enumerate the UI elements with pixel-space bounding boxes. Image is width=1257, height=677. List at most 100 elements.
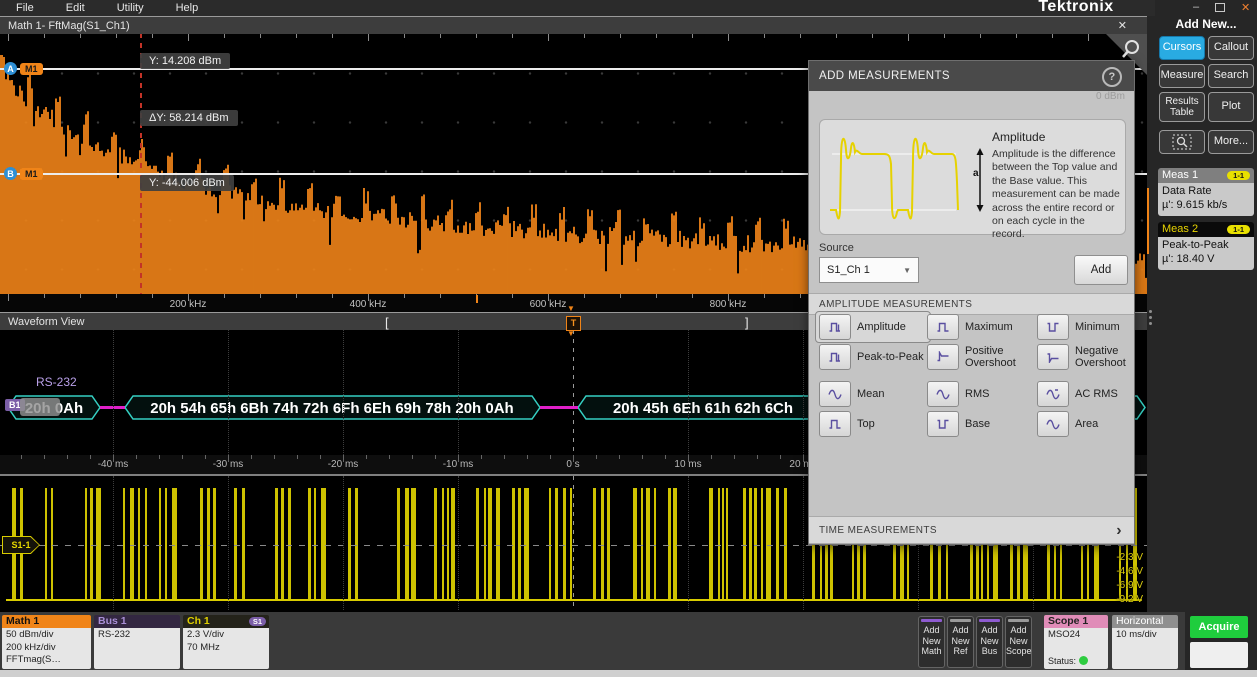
add-callout-button[interactable]: Callout <box>1208 36 1254 60</box>
cursor-a-badge[interactable]: A M1 <box>4 62 43 75</box>
meas1-type: Data Rate <box>1162 185 1250 199</box>
cursor-b-letter: B <box>4 167 17 180</box>
add-new-math-button[interactable]: Add New Math <box>918 616 945 668</box>
bus1-badge[interactable]: Bus 1 RS-232 <box>94 615 180 669</box>
bus1-type: RS-232 <box>98 629 176 642</box>
menu-bar: File Edit Utility Help Tektronix <box>0 0 1155 16</box>
volt-label: -2.3 V <box>1116 552 1143 563</box>
add-measurements-dialog: ADD MEASUREMENTS ? a Amplitude Amplitude… <box>808 60 1135 545</box>
add-button[interactable]: Add <box>1074 255 1128 285</box>
close-icon[interactable]: ✕ <box>1241 1 1250 14</box>
measurement-item-top[interactable]: Top <box>819 411 927 437</box>
acquire-panel[interactable] <box>1190 642 1248 668</box>
meas2-value: µ': 18.40 V <box>1162 253 1250 267</box>
measurement-item-amplitude[interactable]: Amplitude <box>815 311 931 343</box>
menu-utility[interactable]: Utility <box>101 2 160 14</box>
volt-label: -9.2 V <box>1116 594 1143 605</box>
zoom-bracket-left[interactable]: [ <box>385 314 389 332</box>
math-view-close-icon[interactable]: ✕ <box>1118 17 1127 35</box>
cursor-delta-readout[interactable]: ΔY: 58.214 dBm <box>140 110 238 126</box>
cursor-a-readout[interactable]: Y: 14.208 dBm <box>140 53 230 69</box>
measurement-item-maximum[interactable]: Maximum <box>927 314 1035 340</box>
trigger-position-line <box>573 476 574 610</box>
meas2-source-pill: 1-1 <box>1227 225 1250 234</box>
menu-help[interactable]: Help <box>160 2 215 14</box>
settings-bar: Math 1 50 dBm/div 200 kHz/div FFTmag(S… … <box>0 612 1257 677</box>
add-cursors-button[interactable]: Cursors <box>1159 36 1205 60</box>
bottom-strip <box>0 670 1257 677</box>
cursor-a-letter: A <box>4 62 17 75</box>
bus-packet-text: 20h 45h 6Eh 61h 62h 6Ch <box>613 400 793 417</box>
measurement-item-peak-to-peak[interactable]: Peak-to-Peak <box>819 344 927 370</box>
measurement-item-mean[interactable]: Mean <box>819 381 927 407</box>
add-new-ref-button[interactable]: Add New Ref <box>947 616 974 668</box>
minimize-icon[interactable]: – <box>1193 1 1199 13</box>
restore-icon[interactable] <box>1215 3 1225 12</box>
cursor-b-badge[interactable]: B M1 <box>4 167 43 180</box>
measurement-item-minimum[interactable]: Minimum <box>1037 314 1145 340</box>
chevron-down-icon: ▼ <box>903 259 911 283</box>
zoom-bracket-right[interactable]: ] <box>745 314 749 332</box>
add-results-table-button[interactable]: Results Table <box>1159 92 1205 122</box>
measurement-item-area[interactable]: Area <box>1037 411 1145 437</box>
dialog-header[interactable]: ADD MEASUREMENTS ? <box>809 61 1134 91</box>
trigger-arrow-bottom-icon: ▼ <box>567 330 575 338</box>
menu-edit[interactable]: Edit <box>50 2 101 14</box>
amplitude-annotation: a <box>973 168 979 179</box>
math1-function: FFTmag(S… <box>6 654 87 667</box>
scope1-badge[interactable]: Scope 1 MSO24 Status: <box>1044 615 1108 669</box>
area-icon <box>1037 411 1069 437</box>
math1-span: 200 kHz/div <box>6 642 87 655</box>
measurement-item-negative-overshoot[interactable]: Negative Overshoot <box>1037 344 1145 370</box>
add-new-scope-button[interactable]: Add New Scope <box>1005 616 1032 668</box>
spectrum-marker-tick <box>476 295 478 303</box>
rms-icon <box>927 381 959 407</box>
freq-label: 400 kHz <box>350 299 387 310</box>
add-measure-button[interactable]: Measure <box>1159 64 1205 88</box>
math-view-title: Math 1- FftMag(S1_Ch1) <box>0 20 130 32</box>
divider-grip-icon[interactable] <box>1149 310 1152 328</box>
meas1-badge[interactable]: Meas 1 1-1 Data Rate µ': 9.615 kb/s <box>1158 168 1254 216</box>
horizontal-badge[interactable]: Horizontal 10 ms/div <box>1112 615 1178 669</box>
ch1-badge[interactable]: Ch 1 S1 2.3 V/div 70 MHz <box>183 615 269 669</box>
zoom-region-button[interactable] <box>1159 130 1205 154</box>
volt-label: -4.6 V <box>1116 566 1143 577</box>
meas1-value: µ': 9.615 kb/s <box>1162 199 1250 213</box>
time-label: 0 s <box>566 459 579 470</box>
trigger-position-line <box>573 330 574 455</box>
measurement-item-rms[interactable]: RMS <box>927 381 1035 407</box>
menu-file[interactable]: File <box>0 2 50 14</box>
positive-overshoot-icon <box>927 344 959 370</box>
more-button[interactable]: More... <box>1208 130 1254 154</box>
meas2-type: Peak-to-Peak <box>1162 239 1250 253</box>
bus-packet-text: 20h 54h 65h 6Bh 74h 72h 6Fh 6Eh 69h 78h … <box>150 400 513 417</box>
measurement-description-card: a Amplitude Amplitude is the difference … <box>819 119 1126 235</box>
bus1-title: Bus 1 <box>94 615 180 628</box>
measurement-item-positive-overshoot[interactable]: Positive Overshoot <box>927 344 1035 370</box>
acquire-button[interactable]: Acquire <box>1190 616 1248 638</box>
freq-label: 600 kHz <box>530 299 567 310</box>
cursor-a-source-label: M1 <box>20 63 43 75</box>
measurement-item-base[interactable]: Base <box>927 411 1035 437</box>
measurement-item-ac-rms[interactable]: AC RMS <box>1037 381 1145 407</box>
time-label: -30 ms <box>213 459 244 470</box>
description-text: Amplitude is the difference between the … <box>992 148 1120 242</box>
add-plot-button[interactable]: Plot <box>1208 92 1254 122</box>
cursor-b-source-label: M1 <box>20 168 43 180</box>
math1-badge[interactable]: Math 1 50 dBm/div 200 kHz/div FFTmag(S… <box>2 615 91 669</box>
horizontal-scale: 10 ms/div <box>1116 629 1174 642</box>
time-measurements-section[interactable]: TIME MEASUREMENTS › <box>809 516 1134 544</box>
active-panel-accent <box>1147 188 1149 254</box>
time-label: -20 ms <box>328 459 359 470</box>
vertical-cursor-line[interactable] <box>140 33 142 294</box>
ch1-bandwidth: 70 MHz <box>187 642 265 655</box>
add-new-bus-button[interactable]: Add New Bus <box>976 616 1003 668</box>
source-dropdown[interactable]: S1_Ch 1 ▼ <box>819 257 919 283</box>
add-search-button[interactable]: Search <box>1208 64 1254 88</box>
base-icon <box>927 411 959 437</box>
help-icon[interactable]: ? <box>1102 67 1122 87</box>
right-sidebar: – ✕ Add New... Cursors Callout Measure S… <box>1155 0 1257 612</box>
ch1-scale: 2.3 V/div <box>187 629 265 642</box>
meas2-badge[interactable]: Meas 2 1-1 Peak-to-Peak µ': 18.40 V <box>1158 222 1254 270</box>
cursor-b-readout[interactable]: Y: -44.006 dBm <box>140 175 234 191</box>
